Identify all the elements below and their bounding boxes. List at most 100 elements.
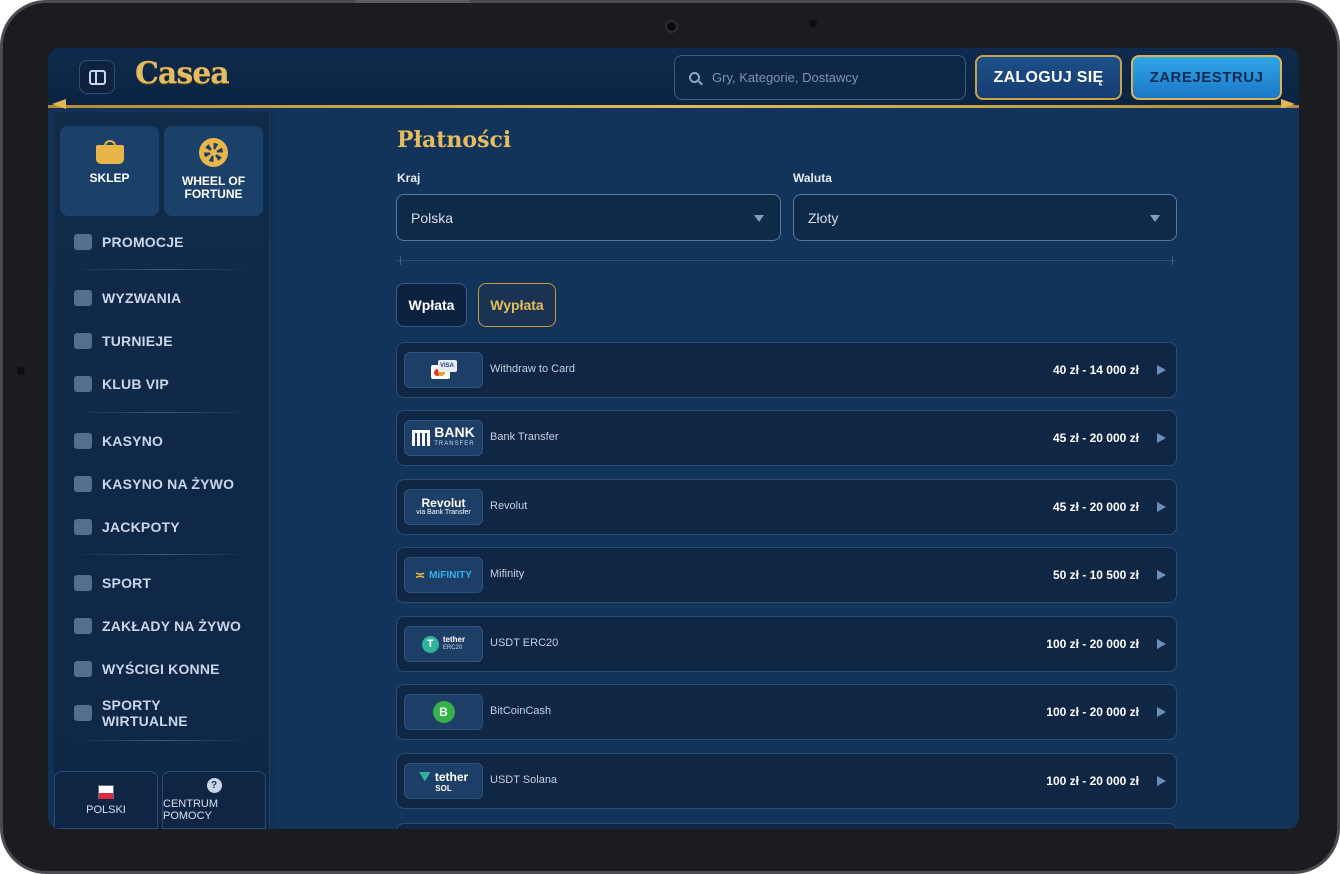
sidebar-divider [74,554,250,555]
sidebar-item-label: TURNIEJE [102,333,173,349]
sidebar-item-label: JACKPOTY [102,519,180,535]
method-name: USDT Solana [490,774,558,786]
sidebar-item-label: KASYNO NA ŻYWO [102,476,235,492]
sidebar-item-jackpoty[interactable]: JACKPOTY [54,509,270,545]
currency-label: Waluta [793,171,832,185]
badge-icon [74,290,92,306]
chevron-right-icon [1157,776,1166,786]
help-icon: ? [206,778,222,793]
sidebar-item-kasyno-na-zywo[interactable]: KASYNO NA ŻYWO [54,466,270,502]
card-icon [74,476,92,492]
page-title: Płatności [397,127,512,153]
method-name: USDT ERC20 [490,637,559,649]
slot-machine-icon [74,433,92,449]
trophy-icon [74,333,92,349]
payments-page: Płatności Kraj Polska Waluta Złoty Wpłat… [276,108,1299,829]
section-divider [397,256,1176,265]
sidebar-item-label: PROMOCJE [102,234,184,250]
payment-method-row-partial[interactable] [396,823,1177,829]
tab-deposit[interactable]: Wpłata [396,283,467,327]
method-limits: 45 zł - 20 000 zł [1052,500,1139,514]
mifinity-mark-icon: ≍ [415,568,426,582]
payment-method-row[interactable]: T tether ERC20 USDT ERC20 100 zł - 20 000… [396,616,1177,672]
help-center-button[interactable]: ? CENTRUM POMOCY [162,771,266,829]
payment-method-row[interactable]: VISA Withdraw to Card 40 zł - 14 000 zł [396,342,1177,398]
method-limits: 100 zł - 20 000 zł [1046,637,1139,651]
tether-coin-icon: T [421,635,439,653]
method-limits: 100 zł - 20 000 zł [1046,705,1139,719]
sidebar-item-klub-vip[interactable]: KLUB VIP [54,366,270,402]
method-name: Withdraw to Card [490,363,575,375]
sidebar-tile-label: SKLEP [89,171,130,185]
tether-icon [418,771,431,782]
sidebar-item-wyzwania[interactable]: WYZWANIA [54,280,270,316]
power-button [355,0,470,3]
payment-method-row[interactable]: ≍ MiFINITY Mifinity 50 zł - 10 500 zł [396,547,1177,603]
bitcoin-cash-icon: B [432,701,455,723]
horse-icon [74,661,92,677]
payment-method-row[interactable]: tether SOL USDT Solana 100 zł - 20 000 z… [396,753,1177,809]
chevron-right-icon [1157,639,1166,649]
bank-building-icon [412,430,431,446]
chevron-right-icon [1157,365,1166,375]
sidebar-item-wyscigi-konne[interactable]: WYŚCIGI KONNE [54,651,270,687]
language-selector[interactable]: POLSKI [54,771,158,829]
sidebar-item-label: ZAKŁADY NA ŻYWO [102,618,242,634]
monitor-icon [74,705,92,721]
revolut-logo: Revolut via Bank Transfer [404,489,483,525]
ball-icon [74,575,92,591]
currency-select[interactable]: Złoty [793,194,1177,241]
sidebar-tile-label: WHEEL OF FORTUNE [181,174,246,201]
language-label: POLSKI [86,803,126,816]
sidebar-tile-wheel-of-fortune[interactable]: WHEEL OF FORTUNE [164,126,263,216]
side-sensor [17,367,25,375]
country-value: Polska [411,209,454,226]
method-name: Bank Transfer [490,431,559,443]
sidebar-toggle-button[interactable] [79,60,115,94]
register-button[interactable]: ZAREJESTRUJ [1131,55,1282,100]
card-logo: VISA [404,352,483,388]
tab-withdraw[interactable]: Wypłata [478,283,556,327]
country-label: Kraj [397,171,421,185]
gift-icon [74,234,92,250]
sidebar-item-label: WYZWANIA [102,290,182,306]
sidebar-item-label: KLUB VIP [102,376,169,392]
payment-method-row[interactable]: Revolut via Bank Transfer Revolut 45 zł … [396,479,1177,535]
bag-icon [95,140,124,164]
front-camera [665,20,678,33]
sidebar-item-sport[interactable]: SPORT [54,565,270,601]
payment-method-row[interactable]: BANK TRANSFER Bank Transfer 45 zł - 20 00… [396,410,1177,466]
country-select[interactable]: Polska [396,194,781,241]
chevron-down-icon [1150,215,1160,222]
sidebar-item-label: SPORTY WIRTUALNE [102,697,188,729]
login-button[interactable]: ZALOGUJ SIĘ [975,55,1122,100]
clover-icon [74,519,92,535]
sidebar: SKLEP WHEEL OF FORTUNE PROMOCJE WYZWANIA [54,112,270,829]
sidebar-item-zaklady-na-zywo[interactable]: ZAKŁADY NA ŻYWO [54,608,270,644]
sidebar-item-promocje[interactable]: PROMOCJE [54,224,270,260]
sidebar-tile-shop[interactable]: SKLEP [60,126,159,216]
sidebar-item-label: KASYNO [102,433,164,449]
mifinity-logo: ≍ MiFINITY [404,557,483,593]
method-name: Mifinity [490,568,525,580]
search-box[interactable] [674,55,966,100]
search-icon [689,72,700,83]
sidebar-item-label: WYŚCIGI KONNE [102,661,220,677]
sidebar-item-kasyno[interactable]: KASYNO [54,423,270,459]
method-limits: 50 zł - 10 500 zł [1052,568,1139,582]
sidebar-item-sporty-wirtualne[interactable]: SPORTY WIRTUALNE [54,695,270,731]
brand-logo[interactable]: Casea [135,56,230,91]
bank-transfer-logo: BANK TRANSFER [404,420,483,456]
live-icon [74,618,92,634]
sidebar-divider [74,740,250,741]
search-input[interactable] [712,70,942,85]
screen: Casea ZALOGUJ SIĘ ZAREJESTRUJ SKLEP WHEE… [48,48,1299,829]
sidebar-item-turnieje[interactable]: TURNIEJE [54,323,270,359]
poland-flag-icon [98,784,114,799]
wheel-icon [199,138,228,167]
tether-logo: tether SOL [404,763,483,799]
help-label: CENTRUM POMOCY [163,798,218,822]
payment-method-row[interactable]: B BitCoinCash 100 zł - 20 000 zł [396,684,1177,740]
sidebar-toggle-icon [88,69,106,85]
chevron-right-icon [1157,707,1166,717]
